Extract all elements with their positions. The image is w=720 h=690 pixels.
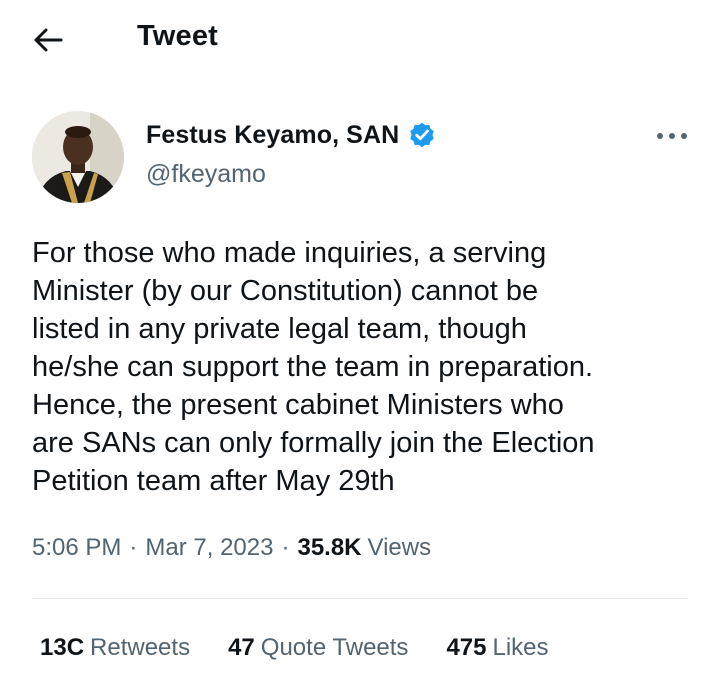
separator-dot: · bbox=[281, 534, 290, 561]
likes-count: 475 bbox=[446, 634, 487, 661]
author-name-row: Festus Keyamo, SAN bbox=[146, 120, 437, 150]
verified-badge-icon bbox=[410, 122, 435, 148]
more-horizontal-icon bbox=[657, 133, 687, 139]
quote-tweets-stat[interactable]: 47 Quote Tweets bbox=[228, 634, 408, 662]
back-button[interactable] bbox=[26, 18, 70, 62]
more-options-button[interactable] bbox=[654, 124, 690, 148]
tweet-time[interactable]: 5:06 PM bbox=[32, 534, 121, 562]
retweets-stat[interactable]: 13C Retweets bbox=[40, 634, 190, 662]
views-label: Views bbox=[367, 534, 432, 561]
engagement-stats: 13C Retweets 47 Quote Tweets 475 Likes bbox=[40, 634, 549, 662]
avatar[interactable] bbox=[32, 111, 124, 203]
author-handle[interactable]: @fkeyamo bbox=[146, 160, 266, 189]
likes-stat[interactable]: 475 Likes bbox=[446, 634, 548, 662]
separator-dot: · bbox=[129, 534, 138, 561]
author-display-name[interactable]: Festus Keyamo, SAN bbox=[146, 121, 399, 150]
arrow-left-icon bbox=[34, 28, 63, 52]
top-bar: Tweet bbox=[0, 0, 720, 80]
retweets-count: 13C bbox=[40, 634, 85, 661]
tweet-text: For those who made inquiries, a serving … bbox=[32, 237, 595, 497]
page-title: Tweet bbox=[137, 20, 219, 52]
quote-tweets-label: Quote Tweets bbox=[260, 634, 409, 661]
quote-tweets-count: 47 bbox=[228, 634, 255, 661]
likes-label: Likes bbox=[492, 634, 549, 661]
tweet-meta: 5:06 PM · Mar 7, 2023 · 35.8K Views bbox=[32, 534, 431, 562]
tweet-date[interactable]: Mar 7, 2023 bbox=[145, 534, 273, 562]
avatar-image bbox=[32, 111, 124, 203]
views-count: 35.8K bbox=[297, 534, 362, 561]
divider bbox=[32, 598, 688, 599]
retweets-label: Retweets bbox=[90, 634, 191, 661]
